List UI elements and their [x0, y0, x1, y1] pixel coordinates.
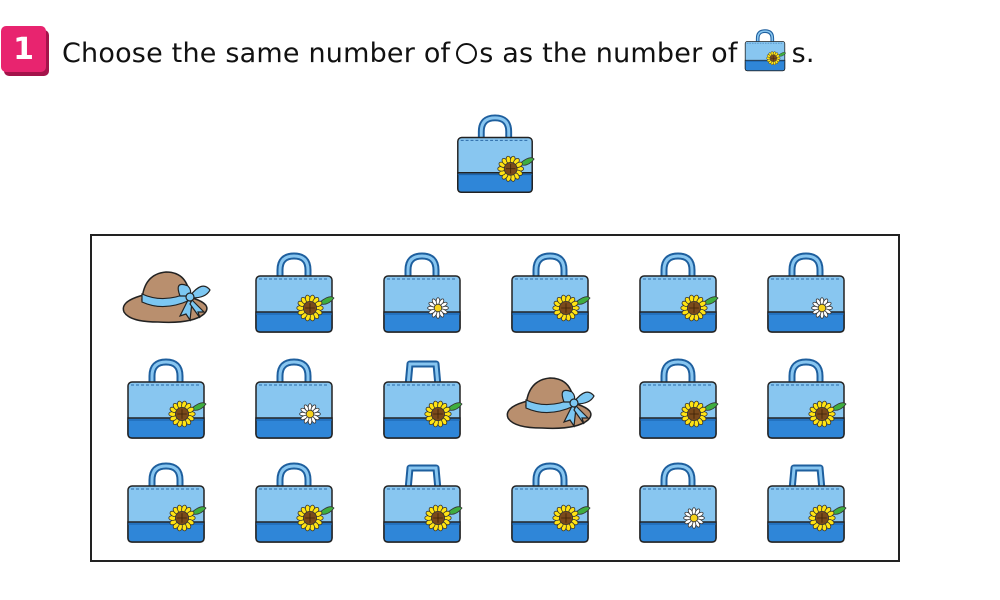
bag-sunflower-icon[interactable] — [630, 250, 726, 340]
bag-sunflower-icon[interactable] — [118, 356, 214, 446]
bag-daisy-icon[interactable] — [758, 250, 854, 340]
instruction-part-2: s as the number of — [479, 37, 738, 69]
question-number-badge: 1 — [1, 26, 46, 72]
bag-sunflower-icon[interactable] — [246, 460, 342, 550]
bag-sunflower-icon[interactable] — [374, 460, 470, 550]
bag-sunflower-icon[interactable] — [118, 460, 214, 550]
instruction-part-1: Choose the same number of — [62, 37, 451, 69]
instruction-part-3: s. — [791, 37, 815, 69]
picture-grid — [90, 234, 900, 562]
bag-sunflower-icon[interactable] — [758, 356, 854, 446]
reference-bag-icon — [448, 112, 542, 204]
circle-outline-icon — [456, 42, 478, 64]
bag-daisy-icon[interactable] — [374, 250, 470, 340]
hat-icon[interactable] — [502, 356, 598, 446]
bag-sunflower-icon[interactable] — [630, 356, 726, 446]
bag-sunflower-icon[interactable] — [246, 250, 342, 340]
bag-sunflower-icon[interactable] — [502, 250, 598, 340]
bag-daisy-icon[interactable] — [246, 356, 342, 446]
bag-sunflower-icon[interactable] — [502, 460, 598, 550]
hat-icon[interactable] — [118, 250, 214, 340]
bag-sunflower-icon[interactable] — [374, 356, 470, 446]
bag-daisy-icon[interactable] — [630, 460, 726, 550]
bag-sunflower-icon[interactable] — [758, 460, 854, 550]
instruction-text: Choose the same number of s as the numbe… — [62, 28, 815, 78]
bag-sunflower-icon — [740, 28, 790, 78]
question-header: 1 Choose the same number of s as the num… — [0, 18, 1000, 74]
